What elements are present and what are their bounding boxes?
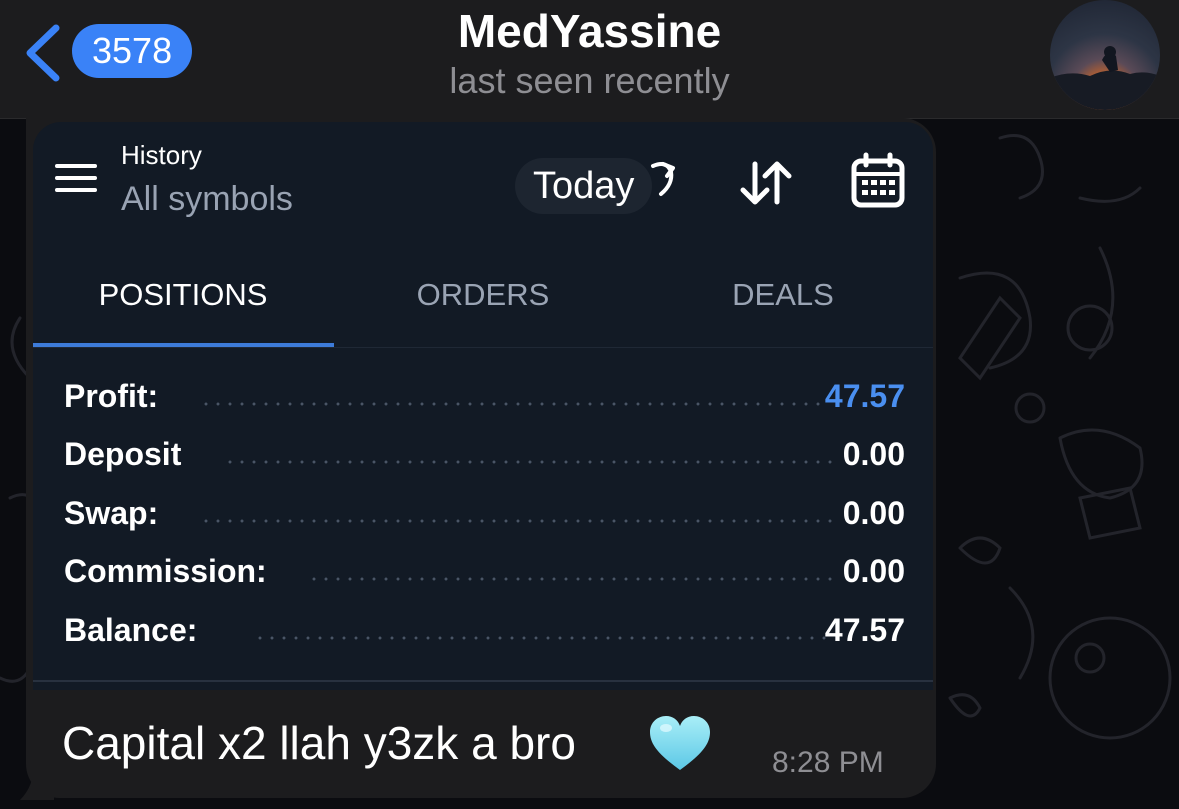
bubble-tail <box>20 764 54 800</box>
avatar[interactable] <box>1050 0 1160 110</box>
screenshot-bottom-divider <box>33 680 933 682</box>
row-value: 0.00 <box>842 553 905 589</box>
summary-row-profit: Profit: 47.57 <box>64 378 905 418</box>
trading-history-screenshot[interactable]: History All symbols Today POSITIONS ORDE… <box>33 122 933 690</box>
dot-leader <box>200 402 820 406</box>
refresh-icon <box>651 162 675 196</box>
summary-row-commission: Commission: 0.00 <box>64 553 905 593</box>
tab-positions: POSITIONS <box>98 277 268 312</box>
menu-icon <box>55 164 97 196</box>
dot-leader <box>308 577 834 581</box>
message-text: Capital x2 llah y3zk a bro <box>62 717 576 769</box>
history-subtitle: All symbols <box>121 180 293 218</box>
row-value: 0.00 <box>842 495 905 531</box>
row-label: Profit: <box>64 378 159 414</box>
row-value: 47.57 <box>824 378 905 414</box>
calendar-icon <box>851 152 905 208</box>
row-value: 0.00 <box>842 436 905 472</box>
light-blue-heart-icon <box>650 716 710 770</box>
chat-header: 3578 MedYassine last seen recently <box>0 0 1179 119</box>
tab-deals: DEALS <box>732 277 834 312</box>
tab-divider <box>33 347 933 348</box>
sort-icon <box>740 161 792 205</box>
dot-leader <box>224 460 834 464</box>
row-label: Deposit <box>64 436 182 472</box>
row-label: Commission: <box>64 553 267 589</box>
tab-orders: ORDERS <box>416 277 550 312</box>
summary-row-deposit: Deposit 0.00 <box>64 436 905 476</box>
dot-leader <box>254 636 834 640</box>
row-label: Balance: <box>64 612 198 648</box>
row-value: 47.57 <box>824 612 905 648</box>
history-title: History <box>121 140 202 170</box>
row-label: Swap: <box>64 495 159 531</box>
message-time: 8:28 PM <box>772 746 884 779</box>
dot-leader <box>200 519 834 523</box>
period-selector: Today <box>515 158 653 214</box>
contact-status: last seen recently <box>449 60 730 101</box>
contact-name[interactable]: MedYassine <box>0 4 1179 58</box>
summary-row-balance: Balance: 47.57 <box>64 612 905 652</box>
summary-row-swap: Swap: 0.00 <box>64 495 905 535</box>
